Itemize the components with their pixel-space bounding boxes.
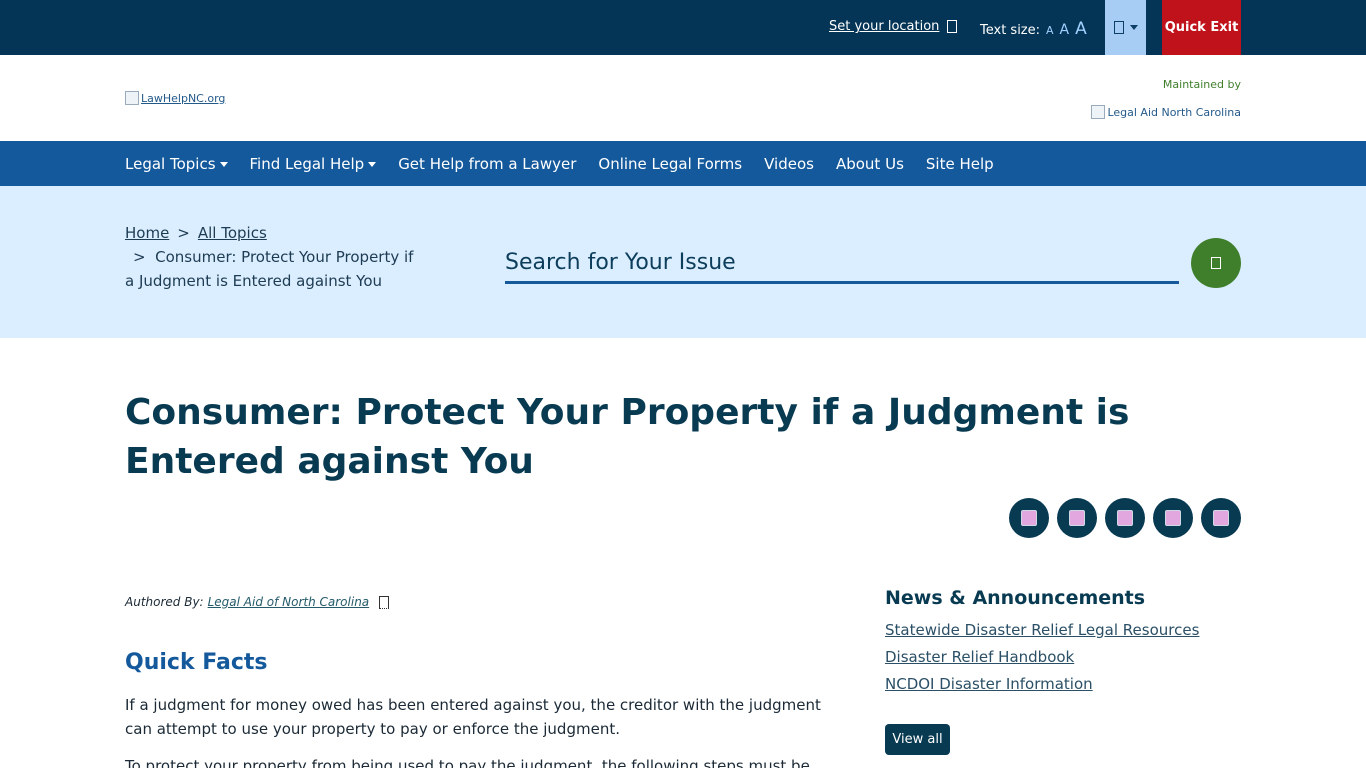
share-print-button[interactable] [1201,498,1241,538]
list-item: Statewide Disaster Relief Legal Resource… [885,617,1199,644]
text-size-control: Text size: A A A [980,19,1087,39]
facebook-icon [1021,510,1037,526]
news-link[interactable]: Disaster Relief Handbook [885,644,1199,671]
author-link[interactable]: Legal Aid of North Carolina [208,595,370,609]
news-list: Statewide Disaster Relief Legal Resource… [885,617,1199,698]
view-all-button[interactable]: View all [885,724,950,755]
search-button[interactable] [1191,238,1241,288]
set-location-label: Set your location [829,19,940,34]
location-pin-icon [947,20,958,33]
chevron-down-icon [219,161,228,167]
list-item: Disaster Relief Handbook [885,644,1199,671]
authored-by-label: Authored By: [125,595,204,609]
share-twitter-button[interactable] [1057,498,1097,538]
authored-by: Authored By: Legal Aid of North Carolina [125,595,390,609]
linkedin-icon [1117,510,1133,526]
nav-item-site-help[interactable]: Site Help [926,155,994,173]
nav-item-find-legal-help[interactable]: Find Legal Help [250,155,377,173]
globe-icon [1113,21,1124,34]
list-item: NCDOI Disaster Information [885,671,1199,698]
breadcrumb-separator: > [133,248,146,266]
email-icon [1165,510,1181,526]
article-paragraph: If a judgment for money owed has been en… [125,696,821,738]
twitter-icon [1069,510,1085,526]
nav-item-label: Site Help [925,154,994,173]
nav-item-about-us[interactable]: About Us [836,155,904,173]
quick-facts-heading: Quick Facts [125,650,268,675]
news-link[interactable]: Statewide Disaster Relief Legal Resource… [885,617,1199,644]
share-linkedin-button[interactable] [1105,498,1145,538]
breadcrumb-current-page: Consumer: Protect Your Property if a Jud… [125,248,414,290]
text-size-large-button[interactable]: A [1075,19,1087,39]
language-dropdown-button[interactable] [1105,0,1146,55]
text-size-medium-button[interactable]: A [1060,22,1070,38]
main-nav: Legal Topics Find Legal Help Get Help fr… [0,141,1366,186]
nav-item-online-legal-forms[interactable]: Online Legal Forms [598,155,742,173]
search-band: Home > All Topics > Consumer: Protect Your… [0,186,1366,338]
nav-item-label: Get Help from a Lawyer [398,154,577,173]
search-input[interactable] [505,244,1179,284]
page-title: Consumer: Protect Your Property if a Jud… [125,392,1130,482]
article-paragraph: To protect your property from being used… [125,757,810,768]
nav-item-videos[interactable]: Videos [764,155,814,173]
breadcrumb-separator: > [177,224,190,242]
nav-item-legal-topics[interactable]: Legal Topics [125,155,228,173]
search-icon [1211,257,1221,269]
text-size-small-button[interactable]: A [1046,24,1054,37]
maintained-by-label: Maintained by [1162,78,1241,91]
news-link[interactable]: NCDOI Disaster Information [885,671,1199,698]
nav-item-label: Legal Topics [125,154,216,173]
share-facebook-button[interactable] [1009,498,1049,538]
site-logo-alt-text: LawHelpNC.org [141,91,226,105]
nav-item-label: Videos [764,154,814,173]
text-size-label: Text size: [980,23,1041,38]
broken-image-icon [1091,105,1106,119]
partner-logo[interactable]: Legal Aid North Carolina [1091,105,1241,119]
nav-item-label: Online Legal Forms [598,154,743,173]
site-logo[interactable]: LawHelpNC.org [125,91,225,105]
set-location-link[interactable]: Set your location [829,19,958,34]
nav-item-label: Find Legal Help [249,154,365,173]
chevron-down-icon [368,161,377,167]
nav-item-label: About Us [835,154,904,173]
share-email-button[interactable] [1153,498,1193,538]
print-icon [1213,510,1229,526]
news-heading: News & Announcements [885,587,1146,609]
share-buttons [1009,498,1241,538]
nav-item-get-help-from-lawyer[interactable]: Get Help from a Lawyer [398,155,576,173]
chevron-down-icon [1129,25,1138,30]
external-link-icon [379,595,390,609]
broken-image-icon [125,91,139,105]
breadcrumb: Home > All Topics > Consumer: Protect Your… [125,221,425,293]
partner-logo-alt-text: Legal Aid North Carolina [1107,105,1241,119]
breadcrumb-all-topics-link[interactable]: All Topics [198,224,267,242]
utility-bar: Set your location Text size: A A A Quick… [0,0,1366,55]
breadcrumb-home-link[interactable]: Home [125,224,169,242]
quick-exit-button[interactable]: Quick Exit [1162,0,1241,55]
nav-list: Legal Topics Find Legal Help Get Help fr… [125,141,994,186]
